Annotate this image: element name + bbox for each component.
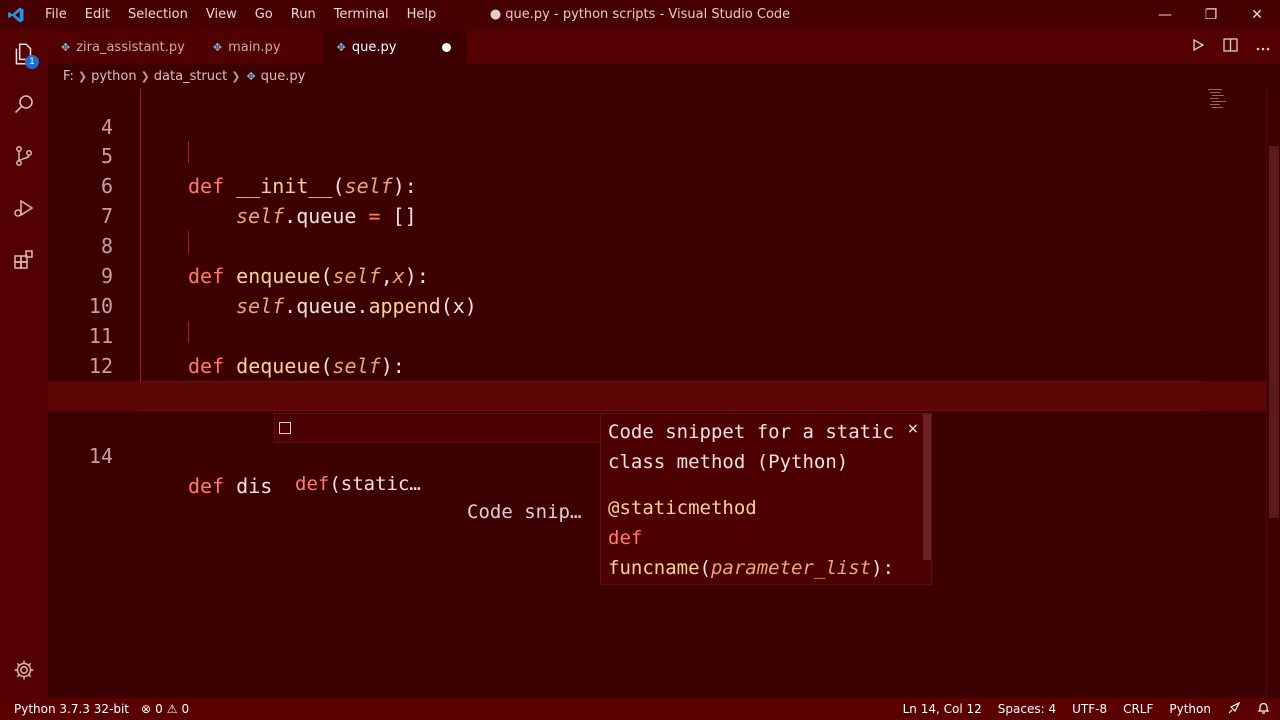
- problems-indicator[interactable]: ⊗ 0 ⚠ 0: [141, 702, 189, 716]
- details-scrollbar[interactable]: [923, 414, 931, 560]
- window-controls: — ❐ ✕: [1142, 0, 1280, 30]
- status-bar: Python 3.7.3 32-bit ⊗ 0 ⚠ 0 Ln 14, Col 1…: [0, 698, 1280, 720]
- code-line: 8 def enqueue(self,x):: [48, 201, 1266, 288]
- chevron-right-icon: ❯: [231, 69, 241, 83]
- end-of-line[interactable]: CRLF: [1123, 702, 1153, 716]
- menu-help[interactable]: Help: [398, 0, 446, 30]
- warning-icon: ⚠: [166, 702, 178, 716]
- menu-bar: File Edit Selection View Go Run Terminal…: [36, 0, 445, 30]
- extensions-icon[interactable]: [0, 236, 48, 284]
- breadcrumb-folder-data-struct[interactable]: data_struct: [154, 69, 227, 84]
- current-line-highlight: [140, 381, 1202, 411]
- code-line: 6 self.queue = []: [48, 141, 1266, 228]
- suggestion-label: def(static…: [295, 473, 421, 495]
- editor-scrollbar[interactable]: [1266, 88, 1280, 698]
- tab-label: zira_assistant.py: [76, 39, 185, 55]
- tab-bar: ✥ zira_assistant.py ✥ main.py ✥ que.py: [48, 30, 1280, 64]
- run-icon[interactable]: [1191, 38, 1205, 56]
- tab-label: que.py: [351, 39, 397, 55]
- error-count: 0: [155, 702, 163, 716]
- suggestion-item[interactable]: def(static… Code snip…: [274, 413, 608, 523]
- title-bar: File Edit Selection View Go Run Terminal…: [0, 0, 1280, 30]
- python-interpreter[interactable]: Python 3.7.3 32-bit: [14, 702, 129, 716]
- suggestion-documentation: Code snippet for a static class method (…: [608, 421, 906, 473]
- code-line: 5 def __init__(self):: [48, 111, 1266, 198]
- current-code-line: 14 def dis: [48, 381, 1266, 498]
- gear-icon[interactable]: [0, 646, 48, 694]
- minimize-button[interactable]: —: [1142, 0, 1188, 30]
- snippet-preview: @staticmethod def funcname(parameter_lis…: [608, 497, 895, 579]
- suggestion-details-panel: Code snippet for a static class method (…: [600, 413, 932, 585]
- run-debug-icon[interactable]: [0, 184, 48, 232]
- file-encoding[interactable]: UTF-8: [1072, 702, 1107, 716]
- python-file-icon: ✥: [246, 69, 256, 83]
- code-line: 12 self.queue.pop(0): [48, 321, 1266, 408]
- source-control-icon[interactable]: [0, 132, 48, 180]
- menu-edit[interactable]: Edit: [76, 0, 119, 30]
- code-line: 10: [48, 261, 1266, 318]
- suggestion-detail: Code snip…: [467, 501, 582, 523]
- menu-go[interactable]: Go: [246, 0, 282, 30]
- tab-zira-assistant[interactable]: ✥ zira_assistant.py: [48, 30, 200, 64]
- cursor-position[interactable]: Ln 14, Col 12: [903, 702, 982, 716]
- unsaved-dot-icon[interactable]: [442, 42, 452, 52]
- python-file-icon: ✥: [61, 40, 71, 54]
- tab-que[interactable]: ✥ que.py: [323, 30, 467, 64]
- more-actions-icon[interactable]: [1256, 39, 1270, 55]
- restore-button[interactable]: ❐: [1188, 0, 1234, 30]
- minimap[interactable]: [1206, 88, 1234, 112]
- code-line: 4: [48, 88, 1266, 139]
- code-text: def dis: [188, 474, 273, 498]
- vscode-logo-icon: [0, 0, 32, 30]
- search-icon[interactable]: [0, 80, 48, 128]
- indentation[interactable]: Spaces: 4: [998, 702, 1056, 716]
- language-mode[interactable]: Python: [1169, 702, 1211, 716]
- feedback-icon[interactable]: [1227, 701, 1241, 718]
- menu-selection[interactable]: Selection: [119, 0, 197, 30]
- code-line: 9 self.queue.append(x): [48, 231, 1266, 318]
- breadcrumb-file[interactable]: que.py: [261, 69, 306, 84]
- menu-run[interactable]: Run: [282, 0, 325, 30]
- breadcrumb: F: ❯ python ❯ data_struct ❯ ✥ que.py: [48, 64, 1280, 88]
- menu-file[interactable]: File: [36, 0, 76, 30]
- tab-main[interactable]: ✥ main.py: [199, 30, 324, 64]
- activity-bar: 1: [0, 30, 48, 698]
- breadcrumb-folder-python[interactable]: python: [91, 69, 136, 84]
- python-file-icon: ✥: [212, 40, 223, 54]
- code-line: 13: [48, 351, 1266, 408]
- chevron-right-icon: ❯: [140, 69, 150, 83]
- menu-terminal[interactable]: Terminal: [325, 0, 398, 30]
- warning-count: 0: [181, 702, 190, 716]
- snippet-icon: [279, 422, 291, 434]
- python-file-icon: ✥: [336, 40, 346, 54]
- code-line: 11 def dequeue(self):: [48, 291, 1266, 378]
- notifications-bell-icon[interactable]: [1257, 701, 1270, 718]
- line-number: 14: [88, 444, 113, 468]
- explorer-icon[interactable]: 1: [0, 30, 48, 78]
- split-editor-icon[interactable]: [1223, 38, 1238, 56]
- menu-view[interactable]: View: [197, 0, 246, 30]
- close-icon[interactable]: ×: [907, 414, 919, 444]
- tab-label: main.py: [228, 39, 281, 55]
- code-line: 7: [48, 171, 1266, 228]
- explorer-badge: 1: [25, 55, 39, 69]
- code-editor[interactable]: 4 5 def __init__(self): 6 self.queue = […: [48, 88, 1266, 698]
- chevron-right-icon: ❯: [77, 69, 88, 83]
- close-window-button[interactable]: ✕: [1234, 0, 1280, 30]
- editor-actions: [1191, 30, 1270, 64]
- error-icon: ⊗: [141, 702, 152, 716]
- scrollbar-thumb[interactable]: [1269, 146, 1279, 518]
- breadcrumb-drive[interactable]: F:: [63, 69, 74, 84]
